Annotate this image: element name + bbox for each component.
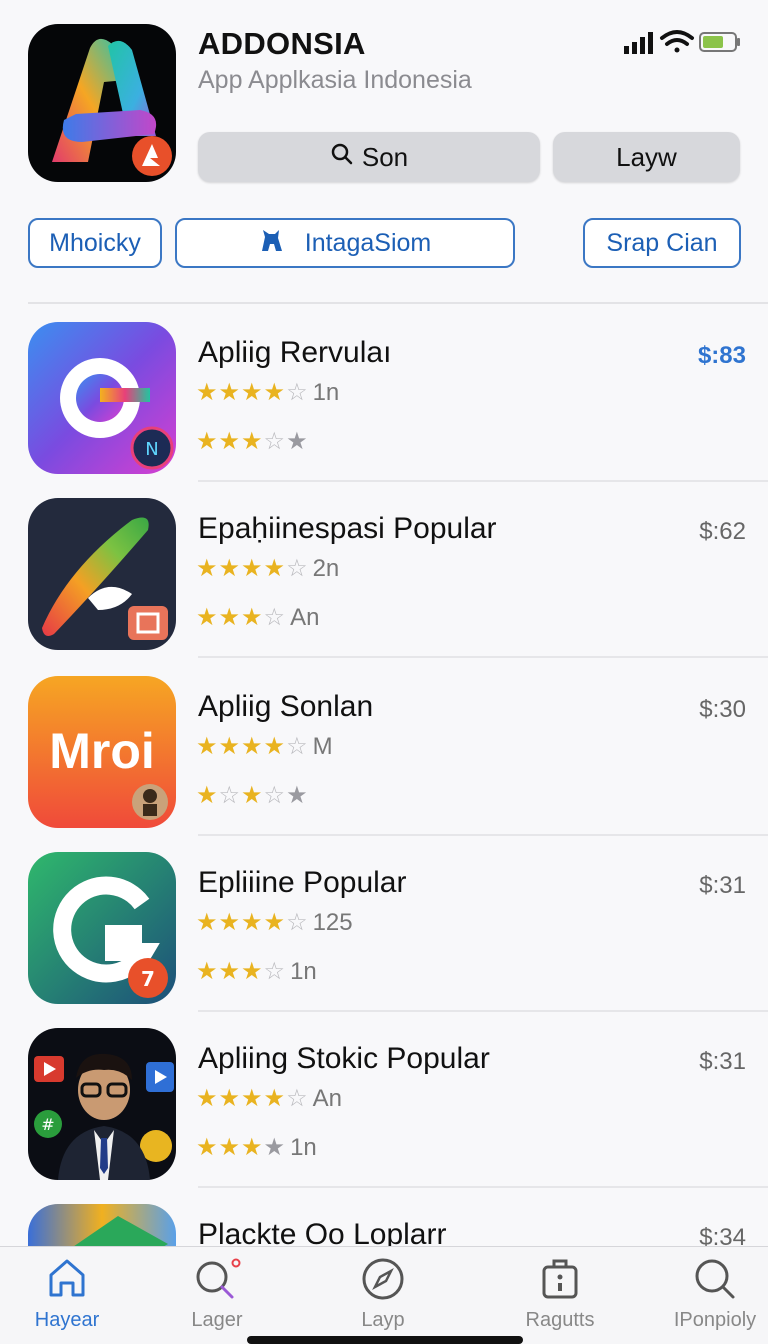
person-video-icon: #: [28, 1028, 176, 1180]
rating-count: 1n: [290, 1134, 317, 1161]
search-icon: [660, 1253, 768, 1303]
layw-button-label: Layw: [616, 141, 677, 172]
star-rating: ★★★☆★: [196, 428, 309, 455]
app-subtitle: App Applkasia Indonesia: [198, 66, 472, 94]
star-rating: ★★★☆ An: [196, 604, 320, 631]
rating-count: 1n: [290, 958, 317, 985]
brush-icon: [28, 498, 176, 650]
app-name: Apliing Stokic Popular: [198, 1042, 490, 1075]
tab-iponpioly[interactable]: IPonpioly: [660, 1253, 768, 1332]
list-item[interactable]: 7 Epliiine Popular $:31 ★★★★☆ 125 ★★★☆ 1n: [0, 836, 768, 1012]
cat-icon: [259, 227, 285, 260]
app-name: Apliig Rervulaı: [198, 336, 392, 369]
star-rating: ★★★★☆ 125: [196, 909, 353, 936]
rating-count: 2n: [312, 555, 340, 582]
g-logo-green-icon: 7: [28, 852, 176, 1004]
signal-bars-icon: [624, 32, 653, 54]
svg-text:#: #: [41, 1115, 54, 1134]
mroi-wordmark: Mroi: [49, 723, 155, 779]
chip-label: Srap Cian: [606, 228, 718, 257]
rating-count: An: [290, 604, 320, 631]
star-rating: ★★★☆ 1n: [196, 958, 317, 985]
divider: [28, 302, 768, 304]
tab-ragutts[interactable]: Ragutts: [505, 1253, 615, 1332]
divider: [198, 656, 768, 658]
star-rating: ★☆★☆★: [196, 782, 309, 809]
app-price[interactable]: $:31: [699, 872, 746, 900]
chip-label: Mhoicky: [49, 228, 141, 257]
home-icon: [12, 1253, 122, 1303]
svg-text:7: 7: [141, 967, 155, 991]
search-icon: [330, 142, 354, 173]
app-store-screen: ADDONSIA App Applkasia Indonesia Son Lay…: [0, 0, 768, 1344]
home-indicator[interactable]: [247, 1336, 523, 1344]
star-rating: ★★★★☆ M: [196, 733, 333, 760]
search-icon: [162, 1253, 272, 1303]
app-price[interactable]: $:31: [699, 1048, 746, 1076]
app-title: ADDONSIA: [198, 26, 366, 61]
layw-button[interactable]: Layw: [553, 132, 740, 182]
star-rating: ★★★★☆ 1n: [196, 379, 340, 406]
tab-label: IPonpioly: [673, 1309, 757, 1331]
g-logo-icon: N: [28, 322, 176, 474]
addonsia-app-icon[interactable]: [28, 24, 176, 182]
chip-mhoicky[interactable]: Mhoicky: [28, 218, 162, 268]
list-item[interactable]: Mroi Apliig Sonlan $:30 ★★★★☆ M ★☆★☆★: [0, 660, 768, 836]
tab-label: Hayear: [34, 1309, 100, 1331]
rating-count: An: [312, 1085, 342, 1112]
app-name: Epliiine Popular: [198, 866, 407, 899]
battery-icon: [699, 32, 740, 52]
app-name: Epaḥiinespasi Popular: [198, 512, 497, 545]
chip-intagasiom[interactable]: IntagaSiom: [175, 218, 515, 268]
tab-label: Layp: [361, 1309, 405, 1331]
tab-hayear[interactable]: Hayear: [12, 1253, 122, 1332]
tab-layp[interactable]: Layp: [328, 1253, 438, 1332]
rating-count: M: [312, 733, 333, 760]
app-price[interactable]: $:83: [698, 342, 746, 370]
tab-bar: Hayear Lager Layp Ragutts IPonpioly: [0, 1246, 768, 1344]
wifi-icon: [660, 30, 694, 53]
list-item[interactable]: N Apliig Rervulaı $:83 ★★★★☆ 1n ★★★☆★: [0, 306, 768, 482]
app-price[interactable]: $:62: [699, 518, 746, 546]
star-rating: ★★★★☆ 2n: [196, 555, 340, 582]
list-item[interactable]: # Apliing Stokic Popular $:31 ★★★★☆ An ★★…: [0, 1012, 768, 1188]
star-rating: ★★★★☆ An: [196, 1085, 342, 1112]
app-name: Apliig Sonlan: [198, 690, 374, 723]
tab-lager[interactable]: Lager: [162, 1253, 272, 1332]
search-button-label: Son: [361, 141, 409, 172]
compass-icon: [328, 1253, 438, 1303]
app-price[interactable]: $:30: [699, 696, 746, 724]
chip-label: IntagaSiom: [304, 228, 432, 257]
tab-label: Lager: [191, 1309, 243, 1331]
mroi-logo-icon: Mroi: [28, 676, 176, 828]
rating-count: 125: [312, 909, 353, 936]
bag-icon: [505, 1253, 615, 1303]
tab-label: Ragutts: [525, 1309, 595, 1331]
status-bar: [622, 28, 744, 56]
rating-count: 1n: [312, 379, 340, 406]
search-button[interactable]: Son: [198, 132, 540, 182]
chip-srap-cian[interactable]: Srap Cian: [583, 218, 741, 268]
list-item[interactable]: Epaḥiinespasi Popular $:62 ★★★★☆ 2n ★★★☆ A…: [0, 482, 768, 658]
svg-text:N: N: [145, 439, 158, 460]
star-rating: ★★★★ 1n: [196, 1134, 317, 1161]
